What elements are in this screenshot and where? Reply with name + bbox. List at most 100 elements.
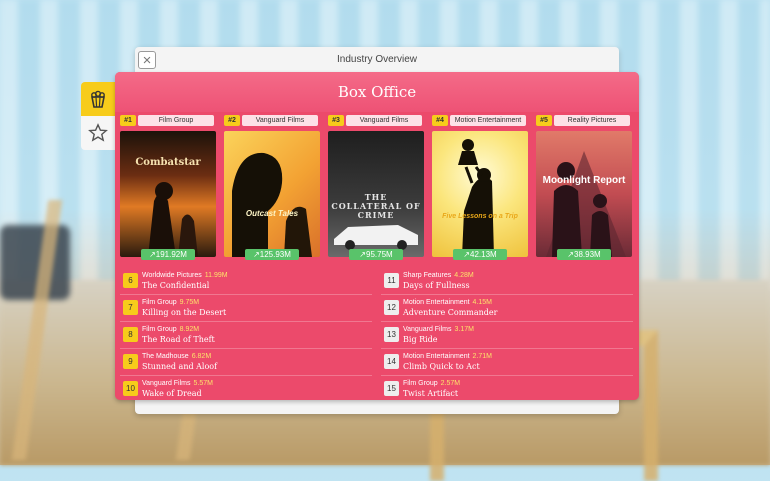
gross-badge: ↗42.13M [453,249,507,260]
panel-title: Box Office [115,72,639,112]
list-item[interactable]: 12 Motion Entertainment 4.15M Adventure C… [381,295,633,322]
rank-badge: #2 [224,115,240,126]
studio-line: Vanguard Films 5.57M [142,380,213,387]
rank-badge: #3 [328,115,344,126]
studio-line: Sharp Features 4.28M [403,272,474,279]
studio-line: Film Group 9.75M [142,299,199,306]
list-item[interactable]: 11 Sharp Features 4.28M Days of Fullness [381,268,633,295]
studio-name: Film Group [142,299,177,306]
film-title: Twist Artifact [403,389,459,398]
studio-name: The Madhouse [142,353,189,360]
ranking-list-left: 6 Worldwide Pictures 11.99M The Confident… [120,268,372,400]
trend-up-icon: ↗ [463,250,470,259]
rank-number: 13 [384,327,399,342]
rank-number: 7 [123,300,138,315]
gross-badge: ↗191.92M [141,249,195,260]
poster-silhouette [458,139,494,257]
popcorn-tab[interactable] [81,82,115,116]
studio-tag: Motion Entertainment [450,115,526,126]
gross-value: 4.15M [472,299,493,306]
film-title: The Confidential [142,281,210,290]
window-title: Industry Overview [336,54,418,65]
gross-value: 6.82M [191,353,212,360]
gross-badge: ↗95.75M [349,249,403,260]
studio-line: The Madhouse 6.82M [142,353,211,360]
studio-tag: Vanguard Films [242,115,318,126]
poster-silhouette [148,182,198,257]
list-item[interactable]: 9 The Madhouse 6.82M Stunned and Aloof [120,349,372,376]
poster-title: Five Lessons on a Trip [442,213,518,220]
top-film-5[interactable]: #5 Reality Pictures Moonlight Report ↗38… [531,115,632,263]
film-title: Big Ride [403,335,438,344]
list-item[interactable]: 8 Film Group 8.92M The Road of Theft [120,322,372,349]
gross-value: 2.71M [472,353,493,360]
gross-value: 5.57M [193,380,213,387]
rank-number: 12 [384,300,399,315]
film-title: Adventure Commander [403,308,498,317]
poster: Combatstar [120,131,216,257]
poster-car [334,225,418,250]
studio-name: Vanguard Films [403,326,452,333]
gross-badge: ↗38.93M [557,249,611,260]
studio-name: Motion Entertainment [403,353,470,360]
gross-value: 125.93M [259,250,291,259]
top-film-3[interactable]: #3 Vanguard Films THE COLLATERAL OF CRIM… [323,115,424,263]
poster-title: Outcast Tales [245,209,299,218]
trend-up-icon: ↗ [253,250,260,259]
film-title: The Road of Theft [142,335,215,344]
studio-tag: Reality Pictures [554,115,630,126]
studio-name: Sharp Features [403,272,452,279]
poster: THE COLLATERAL OF CRIME [328,131,424,257]
gross-value: 4.28M [454,272,474,279]
poster-silhouette [232,152,312,257]
gross-value: 8.92M [179,326,200,333]
poster: Five Lessons on a Trip [432,131,528,257]
rank-number: 6 [123,273,138,288]
list-item[interactable]: 10 Vanguard Films 5.57M Wake of Dread [120,376,372,400]
list-item[interactable]: 15 Film Group 2.57M Twist Artifact [381,376,633,400]
studio-name: Worldwide Pictures [142,272,202,279]
rank-number: 14 [384,354,399,369]
film-title: Killing on the Desert [142,308,227,317]
film-title: Days of Fullness [403,281,470,290]
list-item[interactable]: 7 Film Group 9.75M Killing on the Desert [120,295,372,322]
studio-name: Film Group [142,326,177,333]
gross-value: 3.17M [454,326,474,333]
gross-value: 2.57M [440,380,461,387]
studio-line: Motion Entertainment 4.15M [403,299,492,306]
gross-value: 9.75M [179,299,200,306]
studio-tag: Vanguard Films [346,115,422,126]
rank-number: 9 [123,354,138,369]
star-icon [88,123,108,142]
trend-up-icon: ↗ [567,250,574,259]
studio-name: Motion Entertainment [403,299,470,306]
top-film-2[interactable]: #2 Vanguard Films Outcast Tales ↗125.93M [219,115,320,263]
rank-number: 15 [384,381,399,396]
box-office-panel: Box Office #1 Film Group Combatstar ↗191… [115,72,639,400]
rank-badge: #5 [536,115,552,126]
studio-line: Film Group 2.57M [403,380,460,387]
close-button[interactable]: × [138,51,156,69]
top-film-1[interactable]: #1 Film Group Combatstar ↗191.92M [115,115,216,263]
list-item[interactable]: 14 Motion Entertainment 2.71M Climb Quick… [381,349,633,376]
ranking-list-right: 11 Sharp Features 4.28M Days of Fullness … [381,268,633,400]
gross-value: 95.75M [366,250,393,259]
trend-up-icon: ↗ [149,250,156,259]
studio-line: Worldwide Pictures 11.99M [142,272,228,279]
popcorn-icon [91,90,105,108]
poster-silhouette [546,151,626,257]
gross-value: 11.99M [204,272,228,279]
studio-line: Vanguard Films 3.17M [403,326,474,333]
rank-badge: #1 [120,115,136,126]
film-title: Climb Quick to Act [403,362,480,371]
film-title: Wake of Dread [142,389,202,398]
rank-number: 10 [123,381,138,396]
top-film-4[interactable]: #4 Motion Entertainment Five Lessons on … [427,115,528,263]
star-tab[interactable] [81,116,115,150]
list-item[interactable]: 6 Worldwide Pictures 11.99M The Confident… [120,268,372,295]
gross-value: 191.92M [155,250,187,259]
gross-badge: ↗125.93M [245,249,299,260]
film-title: Stunned and Aloof [142,362,218,371]
trend-up-icon: ↗ [359,250,366,259]
list-item[interactable]: 13 Vanguard Films 3.17M Big Ride [381,322,633,349]
